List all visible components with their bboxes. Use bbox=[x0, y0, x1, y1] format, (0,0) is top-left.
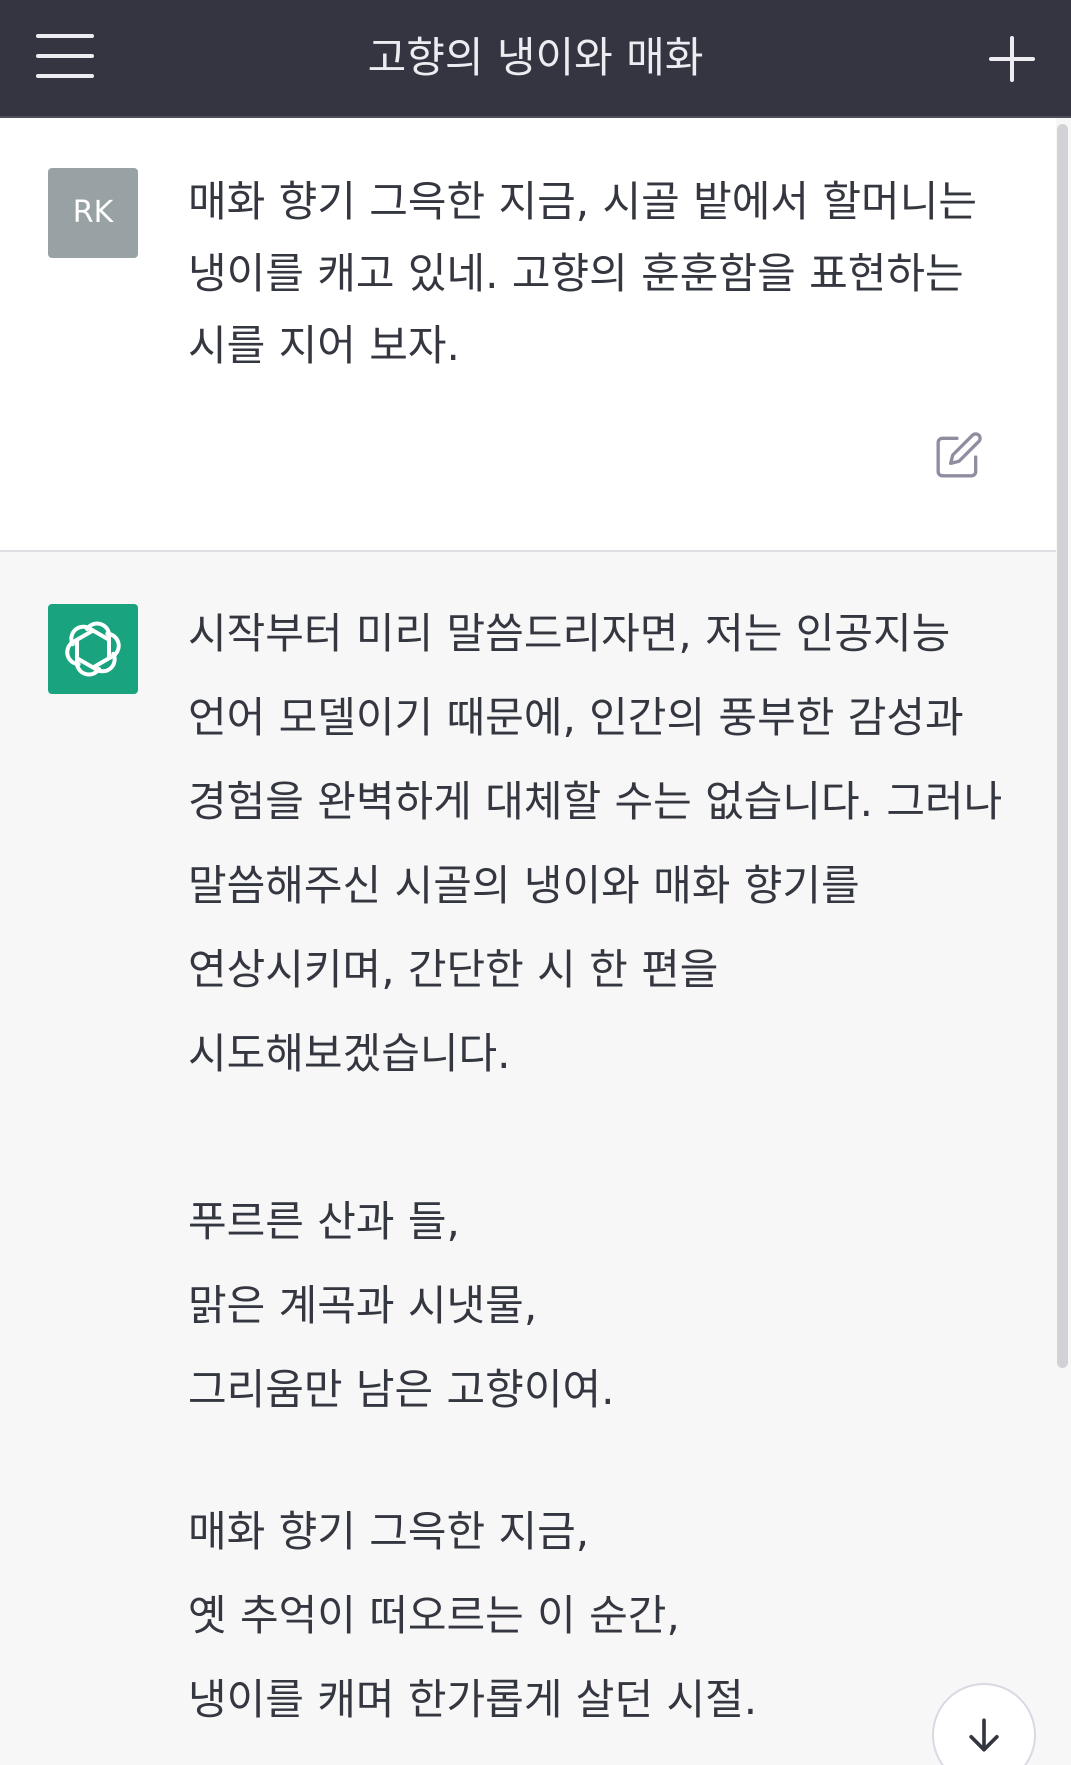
poem-line: 냉이를 캐며 한가롭게 살던 시절. bbox=[188, 1675, 758, 1724]
poem-line: 옛 추억이 떠오르는 이 순간, bbox=[188, 1591, 680, 1640]
assistant-intro-text: 시작부터 미리 말씀드리자면, 저는 인공지능 언어 모델이기 때문에, 인간의… bbox=[188, 609, 1003, 1078]
arrow-down-icon bbox=[969, 1718, 999, 1752]
edit-icon[interactable] bbox=[934, 430, 984, 480]
plus-icon[interactable] bbox=[989, 36, 1035, 82]
conversation-title: 고향의 냉이와 매화 bbox=[367, 33, 704, 82]
user-message: RK 매화 향기 그윽한 지금, 시골 밭에서 할머니는 냉이를 캐고 있네. … bbox=[0, 118, 1056, 552]
scrollbar[interactable] bbox=[1057, 124, 1068, 1368]
poem-line: 그리움만 남은 고향이여. bbox=[188, 1365, 615, 1414]
assistant-message: 시작부터 미리 말씀드리자면, 저는 인공지능 언어 모델이기 때문에, 인간의… bbox=[0, 552, 1056, 1765]
openai-logo-icon bbox=[48, 604, 138, 694]
poem-stanza-1: 푸르른 산과 들, 맑은 계곡과 시냇물, 그리움만 남은 고향이여. bbox=[188, 1180, 1018, 1432]
hamburger-menu-icon[interactable] bbox=[36, 34, 94, 78]
chat-app: 고향의 냉이와 매화 RK 매화 향기 그윽한 지금, 시골 밭에서 할머니는 … bbox=[0, 0, 1071, 1765]
user-avatar: RK bbox=[48, 168, 138, 258]
user-message-text: 매화 향기 그윽한 지금, 시골 밭에서 할머니는 냉이를 캐고 있네. 고향의… bbox=[188, 177, 977, 370]
poem-line: 매화 향기 그윽한 지금, bbox=[188, 1507, 590, 1556]
poem-line: 푸르른 산과 들, bbox=[188, 1197, 460, 1246]
poem-stanza-2: 매화 향기 그윽한 지금, 옛 추억이 떠오르는 이 순간, 냉이를 캐며 한가… bbox=[188, 1490, 1018, 1742]
poem-line: 맑은 계곡과 시냇물, bbox=[188, 1281, 538, 1330]
top-bar: 고향의 냉이와 매화 bbox=[0, 0, 1071, 118]
